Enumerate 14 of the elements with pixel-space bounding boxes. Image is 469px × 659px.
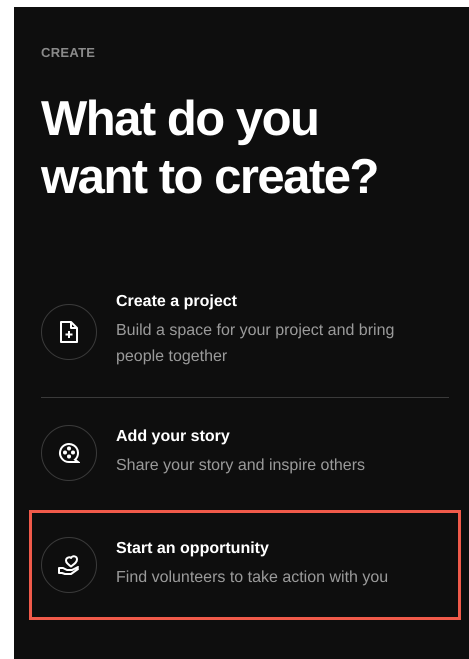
create-option[interactable]: Start an opportunity Find volunteers to take action with you	[29, 510, 461, 620]
option-title: Start an opportunity	[116, 540, 270, 558]
option-title: Add your story	[116, 428, 231, 446]
option-description: Share your story and inspire others	[116, 456, 366, 476]
create-option[interactable]: Add your story Share your story and inspire others	[29, 398, 461, 508]
option-title: Create a project	[116, 293, 238, 311]
page-heading: What do you want to create?	[41, 91, 379, 206]
create-option[interactable]: Create a project Build a space for your project and bring people together	[29, 266, 461, 397]
document-plus-icon	[59, 320, 79, 342]
option-description: Find volunteers to take action with you	[116, 568, 390, 588]
hand-heart-icon	[57, 554, 81, 576]
film-reel-icon	[58, 442, 80, 464]
section-label: CREATE	[41, 45, 96, 60]
option-description: Build a space for your project and bring people together	[116, 321, 396, 367]
